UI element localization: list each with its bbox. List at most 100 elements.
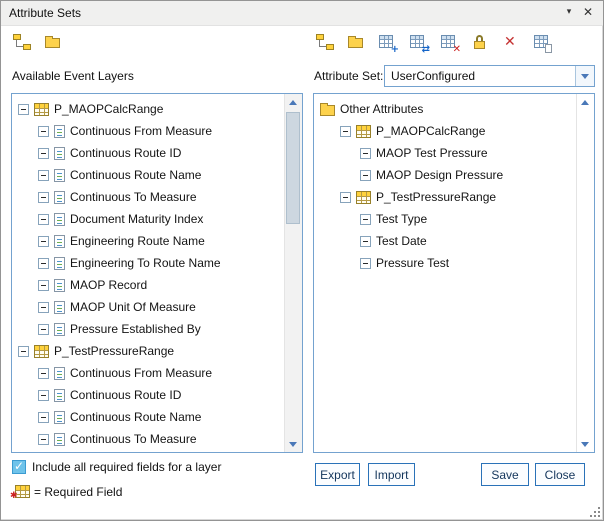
collapse-icon[interactable] bbox=[38, 148, 49, 159]
close-icon[interactable]: ✕ bbox=[580, 4, 596, 20]
scroll-down-icon[interactable] bbox=[285, 436, 301, 452]
tree-item[interactable]: MAOP Record bbox=[12, 274, 285, 296]
resize-grip[interactable] bbox=[588, 505, 600, 517]
tree-item[interactable]: P_MAOPCalcRange bbox=[12, 98, 285, 120]
collapse-icon[interactable] bbox=[38, 434, 49, 445]
tree-item[interactable]: Pressure Test bbox=[314, 252, 577, 274]
collapse-icon[interactable] bbox=[38, 258, 49, 269]
tree-item[interactable]: Continuous From Measure bbox=[12, 362, 285, 384]
title-bar[interactable]: Attribute Sets ▾ ✕ bbox=[1, 1, 603, 26]
tree-item-label: MAOP Record bbox=[70, 278, 147, 292]
attribute-set-label: Attribute Set: bbox=[314, 69, 383, 83]
combobox-dropdown-button[interactable] bbox=[575, 66, 594, 86]
scroll-down-icon[interactable] bbox=[577, 436, 593, 452]
add-all-event-layers-icon[interactable] bbox=[43, 32, 63, 52]
reorder-fields-icon[interactable]: ⇄ bbox=[408, 32, 428, 52]
collapse-icon[interactable] bbox=[38, 324, 49, 335]
collapse-icon[interactable] bbox=[38, 170, 49, 181]
collapse-icon[interactable] bbox=[340, 126, 351, 137]
field-icon bbox=[54, 213, 65, 226]
tree-item-label: Continuous Route ID bbox=[70, 146, 181, 160]
collapse-icon[interactable] bbox=[340, 192, 351, 203]
collapse-icon[interactable] bbox=[360, 148, 371, 159]
tree-item-label: Continuous From Measure bbox=[70, 366, 212, 380]
tree-item[interactable]: Engineering Route Name bbox=[12, 230, 285, 252]
tree-item[interactable]: P_TestPressureRange bbox=[12, 340, 285, 362]
left-panel-scrollbar[interactable] bbox=[284, 94, 302, 452]
tree-item[interactable]: Continuous Route Name bbox=[12, 406, 285, 428]
collapse-icon[interactable] bbox=[38, 302, 49, 313]
collapse-icon[interactable] bbox=[18, 346, 29, 357]
layer-table-icon bbox=[34, 345, 49, 358]
tree-item[interactable]: Continuous Route ID bbox=[12, 142, 285, 164]
new-attribute-set-icon[interactable] bbox=[315, 32, 335, 52]
attribute-set-properties-icon[interactable] bbox=[532, 32, 552, 52]
tree-item-label: MAOP Design Pressure bbox=[376, 168, 503, 182]
field-icon bbox=[54, 411, 65, 424]
field-icon bbox=[54, 389, 65, 402]
collapse-icon[interactable] bbox=[38, 368, 49, 379]
field-icon bbox=[54, 433, 65, 446]
close-button[interactable]: Close bbox=[535, 463, 585, 486]
tree-item[interactable]: Test Date bbox=[314, 230, 577, 252]
tree-item[interactable]: MAOP Design Pressure bbox=[314, 164, 577, 186]
collapse-icon[interactable] bbox=[360, 258, 371, 269]
tree-item-label: P_MAOPCalcRange bbox=[376, 124, 485, 138]
delete-attribute-set-icon[interactable]: ✕ bbox=[501, 32, 521, 52]
tree-item[interactable]: Engineering To Route Name bbox=[12, 252, 285, 274]
remove-field-icon[interactable]: ✕ bbox=[439, 32, 459, 52]
add-event-layer-icon[interactable] bbox=[12, 32, 32, 52]
include-required-checkbox[interactable] bbox=[12, 460, 26, 474]
right-panel-scrollbar[interactable] bbox=[576, 94, 594, 452]
collapse-icon[interactable] bbox=[38, 214, 49, 225]
attribute-set-value: UserConfigured bbox=[391, 69, 475, 83]
layer-table-icon bbox=[356, 125, 371, 138]
tree-item[interactable]: Document Maturity Index bbox=[12, 208, 285, 230]
collapse-icon[interactable] bbox=[18, 104, 29, 115]
scroll-up-icon[interactable] bbox=[577, 94, 593, 110]
tree-item[interactable]: Continuous Route ID bbox=[12, 384, 285, 406]
tree-item-label: MAOP Unit Of Measure bbox=[70, 300, 196, 314]
tree-item[interactable]: P_MAOPCalcRange bbox=[314, 120, 577, 142]
required-field-label: = Required Field bbox=[34, 485, 122, 499]
window-title: Attribute Sets bbox=[9, 6, 81, 20]
collapse-icon[interactable] bbox=[38, 280, 49, 291]
layer-table-icon bbox=[34, 103, 49, 116]
collapse-icon[interactable] bbox=[360, 236, 371, 247]
collapse-icon[interactable] bbox=[38, 236, 49, 247]
field-icon bbox=[54, 191, 65, 204]
tree-item[interactable]: Test Type bbox=[314, 208, 577, 230]
tree-item[interactable]: Continuous Route Name bbox=[12, 164, 285, 186]
scroll-up-icon[interactable] bbox=[285, 94, 301, 110]
collapse-icon[interactable] bbox=[38, 390, 49, 401]
field-icon bbox=[54, 125, 65, 138]
tree-item-label: Continuous Route Name bbox=[70, 410, 201, 424]
window-menu-icon[interactable]: ▾ bbox=[561, 4, 577, 20]
tree-item[interactable]: Continuous From Measure bbox=[12, 120, 285, 142]
collapse-icon[interactable] bbox=[38, 192, 49, 203]
required-field-legend: ✱ = Required Field bbox=[13, 484, 122, 499]
tree-item[interactable]: Pressure Established By bbox=[12, 318, 285, 340]
tree-item[interactable]: Other Attributes bbox=[314, 98, 577, 120]
save-button[interactable]: Save bbox=[481, 463, 529, 486]
scrollbar-thumb[interactable] bbox=[286, 112, 300, 224]
attribute-set-combobox[interactable]: UserConfigured bbox=[384, 65, 595, 87]
tree-item[interactable]: Continuous To Measure bbox=[12, 428, 285, 450]
import-button[interactable]: Import bbox=[368, 463, 415, 486]
tree-item[interactable]: Continuous To Measure bbox=[12, 186, 285, 208]
copy-attribute-set-icon[interactable] bbox=[346, 32, 366, 52]
tree-item[interactable]: MAOP Unit Of Measure bbox=[12, 296, 285, 318]
tree-item[interactable]: P_TestPressureRange bbox=[314, 186, 577, 208]
field-icon bbox=[54, 169, 65, 182]
collapse-icon[interactable] bbox=[360, 214, 371, 225]
lock-attribute-set-icon[interactable] bbox=[470, 32, 490, 52]
include-required-fields-row: Include all required fields for a layer bbox=[12, 460, 221, 474]
field-icon bbox=[54, 235, 65, 248]
collapse-icon[interactable] bbox=[38, 126, 49, 137]
add-field-icon[interactable]: + bbox=[377, 32, 397, 52]
collapse-icon[interactable] bbox=[38, 412, 49, 423]
collapse-icon[interactable] bbox=[360, 170, 371, 181]
available-event-layers-panel: P_MAOPCalcRangeContinuous From MeasureCo… bbox=[11, 93, 303, 453]
tree-item[interactable]: MAOP Test Pressure bbox=[314, 142, 577, 164]
export-button[interactable]: Export bbox=[315, 463, 360, 486]
